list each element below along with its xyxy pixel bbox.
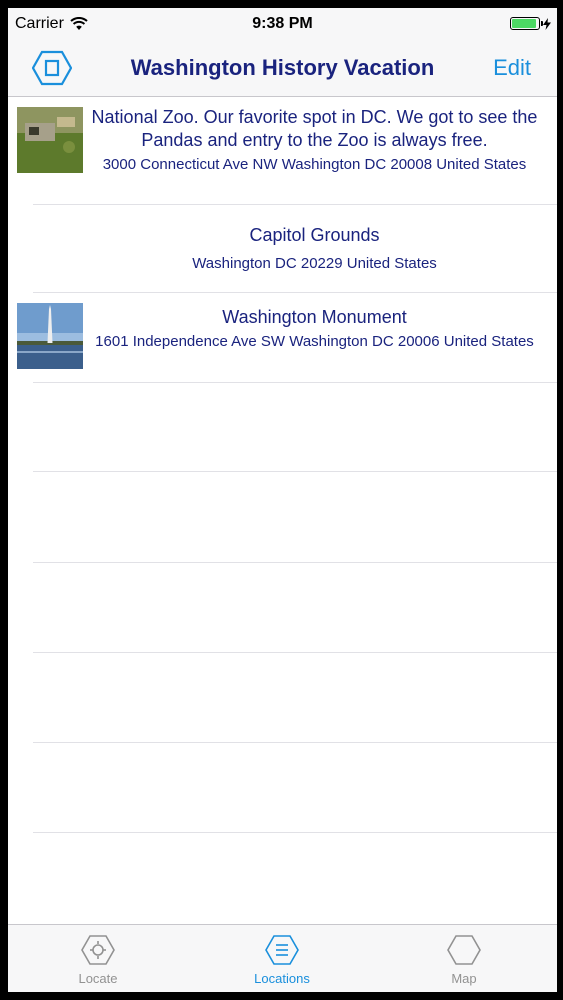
empty-row xyxy=(8,653,557,743)
status-bar: Carrier 9:38 PM xyxy=(8,8,557,40)
empty-row xyxy=(8,382,557,472)
empty-row xyxy=(8,563,557,653)
location-address: 3000 Connecticut Ave NW Washington DC 20… xyxy=(102,156,527,173)
location-text: Washington Monument 1601 Independence Av… xyxy=(88,306,541,351)
location-address: Washington DC 20229 United States xyxy=(192,255,437,272)
tab-label: Map xyxy=(451,971,477,986)
location-title: Washington Monument xyxy=(222,307,407,327)
hexagon-gear-icon xyxy=(81,935,115,965)
battery-indicator xyxy=(510,17,551,30)
empty-row xyxy=(8,743,557,833)
tab-locate[interactable]: Locate xyxy=(38,935,158,986)
page-title: Washington History Vacation xyxy=(130,55,435,80)
battery-icon xyxy=(510,17,543,30)
list-item[interactable]: National Zoo. Our favorite spot in DC. W… xyxy=(8,97,557,205)
location-text: Capitol Grounds Washington DC 20229 Unit… xyxy=(88,224,541,273)
status-time: 9:38 PM xyxy=(252,15,313,32)
list-item[interactable]: Washington Monument 1601 Independence Av… xyxy=(8,292,557,383)
tab-label: Locate xyxy=(78,971,118,986)
location-address: 1601 Independence Ave SW Washington DC 2… xyxy=(95,333,534,350)
zoo-thumbnail xyxy=(17,107,83,173)
tab-bar: Locate Locations Map xyxy=(8,924,557,992)
empty-row xyxy=(8,472,557,563)
tab-map[interactable]: Map xyxy=(404,935,524,986)
charging-bolt-icon xyxy=(543,17,551,30)
tab-label: Locations xyxy=(254,971,310,986)
monument-thumbnail xyxy=(17,303,83,369)
hexagon-list-icon xyxy=(265,935,299,965)
hexagon-icon xyxy=(447,935,481,965)
locations-list: National Zoo. Our favorite spot in DC. W… xyxy=(8,97,557,833)
location-text: National Zoo. Our favorite spot in DC. W… xyxy=(88,106,541,174)
navigation-bar: Washington History Vacation Edit xyxy=(8,40,557,97)
battery-fill xyxy=(512,19,536,28)
app-screen: Carrier 9:38 PM Washington History Vacat… xyxy=(8,8,557,992)
location-title: Capitol Grounds xyxy=(249,225,380,245)
tab-locations[interactable]: Locations xyxy=(222,935,342,986)
edit-button[interactable]: Edit xyxy=(493,55,531,81)
location-title: National Zoo. Our favorite spot in DC. W… xyxy=(91,107,538,150)
list-item[interactable]: Capitol Grounds Washington DC 20229 Unit… xyxy=(8,204,557,293)
